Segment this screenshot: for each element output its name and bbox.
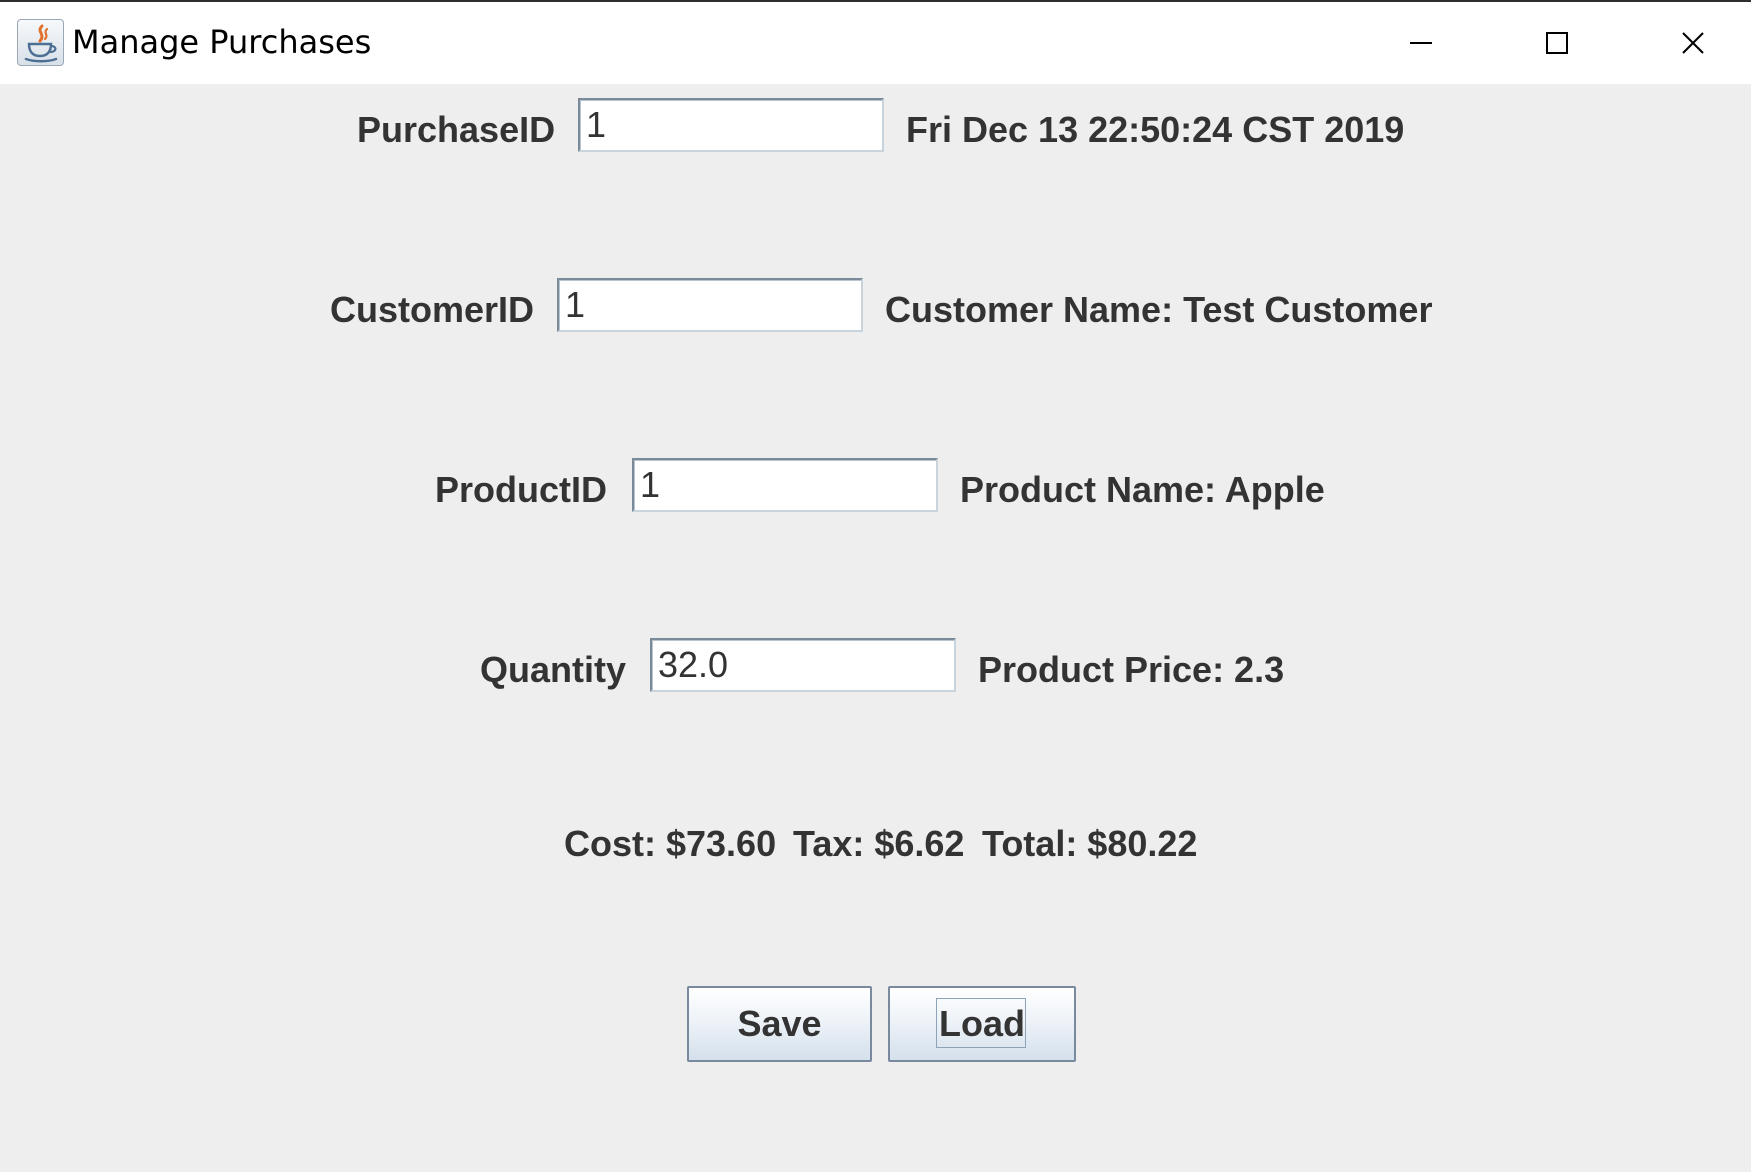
save-button-label: Save [737,1003,822,1044]
close-button[interactable] [1624,4,1751,84]
maximize-icon [1546,32,1568,54]
quantity-input[interactable] [650,638,956,692]
total-text: Total: $80.22 [982,823,1198,864]
purchase-id-input[interactable] [578,98,884,152]
minimize-icon [1410,42,1432,44]
customer-id-label: CustomerID [330,289,535,330]
maximize-button[interactable] [1488,4,1624,84]
purchase-id-label: PurchaseID [357,109,556,150]
product-id-label: ProductID [435,469,608,510]
title-bar[interactable]: Manage Purchases [0,2,1751,84]
load-button[interactable]: Load [888,986,1076,1062]
product-id-input[interactable] [632,458,938,512]
save-button[interactable]: Save [687,986,872,1062]
customer-id-input[interactable] [557,278,863,332]
customer-name-text: Customer Name: Test Customer [885,289,1433,330]
java-coffee-cup-icon[interactable] [17,19,64,66]
cost-text: Cost: $73.60 [564,823,777,864]
product-name-text: Product Name: Apple [960,469,1325,510]
window-title: Manage Purchases [72,23,372,61]
close-icon [1682,32,1704,54]
minimize-button[interactable] [1352,4,1488,84]
tax-text: Tax: $6.62 [793,823,965,864]
purchase-date-text: Fri Dec 13 22:50:24 CST 2019 [906,109,1405,150]
manage-purchases-window: Manage Purchases PurchaseID Fri Dec 13 2… [0,0,1751,1174]
product-price-text: Product Price: 2.3 [978,649,1285,690]
quantity-label: Quantity [480,649,627,690]
load-button-focus-ring [936,998,1026,1048]
